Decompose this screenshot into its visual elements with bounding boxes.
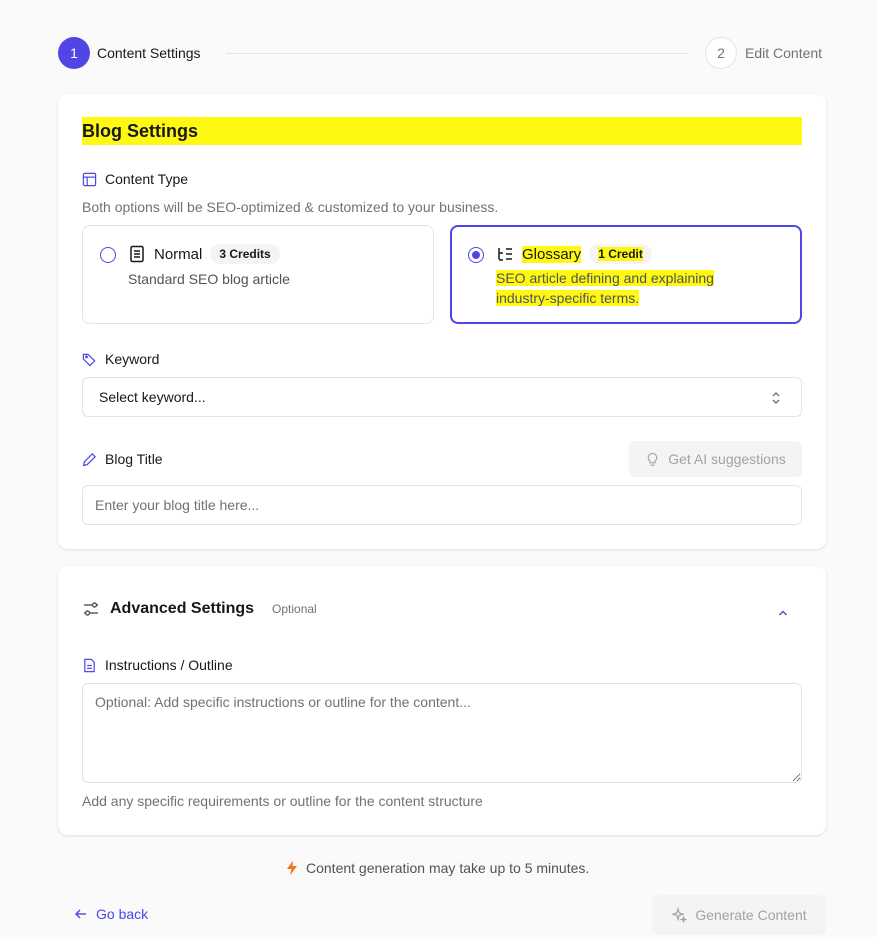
get-ai-suggestions-button[interactable]: Get AI suggestions [629,441,802,477]
content-type-label: Content Type [82,171,188,187]
stepper-connector [226,53,689,54]
normal-option-name: Normal [154,245,203,263]
content-type-option-glossary[interactable]: Glossary 1 Credit SEO article defining a… [450,225,802,324]
blog-title-label: Blog Title [82,451,163,467]
glossary-credits-badge: 1 Credit [589,244,652,264]
step-1-label: Content Settings [97,45,201,61]
step-1-indicator: 1 [58,37,90,69]
advanced-settings-card: Advanced Settings Optional Instructions … [58,566,826,835]
arrow-left-icon [75,909,86,919]
zap-icon [287,860,297,876]
sparkles-icon [671,907,688,923]
keyword-select-value: Select keyword... [99,389,206,405]
advanced-settings-title: Advanced Settings [110,600,255,617]
keyword-label: Keyword [82,351,159,367]
go-back-label: Go back [96,906,149,922]
chevron-up-icon[interactable] [776,606,790,620]
stepper: 1 Content Settings 2 Edit Content [58,37,826,69]
blog-title-input[interactable] [82,485,802,525]
pencil-icon [82,452,96,466]
content-type-description: Both options will be SEO-optimized & cus… [82,199,499,215]
blog-settings-card: Blog Settings Content Type Both options … [58,94,826,549]
tag-icon [82,353,96,366]
file-text-icon [84,658,95,672]
normal-option-description: Standard SEO blog article [128,271,290,287]
optional-tag: Optional [272,602,317,616]
glossary-description-text: SEO article defining and explaining indu… [496,270,714,306]
generation-time-notice-text: Content generation may take up to 5 minu… [306,860,590,876]
advanced-settings-header[interactable]: Advanced Settings Optional [82,600,317,618]
step-2-label: Edit Content [745,45,823,61]
sliders-icon [84,602,98,616]
normal-credits-badge: 3 Credits [210,244,280,264]
glossary-credits-text: 1 Credit [598,247,643,261]
instructions-label: Instructions / Outline [82,657,233,673]
normal-radio[interactable] [100,247,116,263]
blog-settings-heading: Blog Settings [82,117,802,145]
instructions-help-text: Add any specific requirements or outline… [82,793,483,809]
blog-title-label-text: Blog Title [105,451,163,467]
keyword-select[interactable]: Select keyword... [82,377,802,417]
keyword-label-text: Keyword [105,351,160,367]
generate-content-button[interactable]: Generate Content [652,895,826,935]
content-type-label-text: Content Type [105,171,189,187]
chevrons-up-down-icon [772,392,780,404]
go-back-link[interactable]: Go back [74,906,148,922]
glossary-option-description: SEO article defining and explaining indu… [496,268,756,308]
lightbulb-icon [647,452,658,466]
layout-icon [82,172,97,186]
get-ai-suggestions-label: Get AI suggestions [668,451,786,467]
glossary-radio[interactable] [468,247,484,263]
document-icon [130,245,144,263]
instructions-textarea[interactable] [82,683,802,783]
content-type-option-normal[interactable]: Normal 3 Credits Standard SEO blog artic… [82,225,434,324]
instructions-label-text: Instructions / Outline [105,657,233,673]
list-tree-icon [498,248,512,261]
step-2-indicator: 2 [705,37,737,69]
generate-content-label: Generate Content [695,907,807,923]
generation-time-notice: Content generation may take up to 5 minu… [286,860,589,876]
glossary-option-name: Glossary [522,245,582,263]
